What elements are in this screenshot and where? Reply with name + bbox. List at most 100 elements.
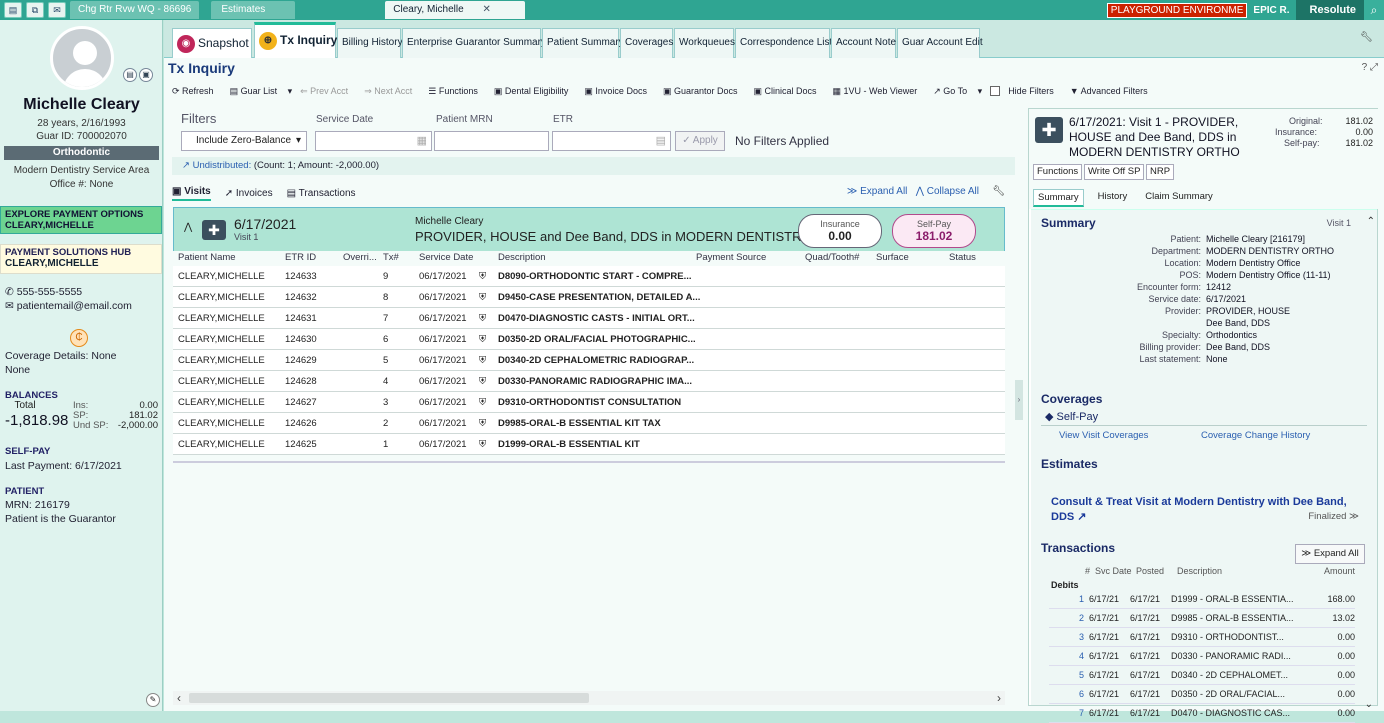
next-acct-button[interactable]: ⇒ Next Acct	[364, 86, 420, 97]
invoice-docs-button[interactable]: ▣ Invoice Docs	[584, 86, 655, 97]
col-service-date[interactable]: Service Date	[419, 252, 473, 263]
etr-input[interactable]: ▤	[552, 131, 671, 151]
refresh-button[interactable]: ⟳ Refresh	[172, 86, 222, 97]
col-tx[interactable]: Tx#	[383, 252, 399, 263]
collapse-icon[interactable]: ⋀	[184, 222, 192, 233]
scroll-right-icon[interactable]: ›	[997, 691, 1001, 705]
transaction-row[interactable]: 5 6/17/21 6/17/21 D0340 - 2D CEPHALOMET... 0…	[1049, 666, 1355, 685]
table-row[interactable]: CLEARY,MICHELLE 124629 5 06/17/2021 D0340-2D…	[173, 350, 1005, 371]
scroll-thumb[interactable]	[189, 693, 589, 703]
edit-icon[interactable]: ✎	[146, 693, 160, 707]
tab-billing-history[interactable]: Billing History	[337, 28, 403, 58]
web-viewer-button[interactable]: ▦ 1VU - Web Viewer	[833, 86, 926, 97]
tab-workqueues[interactable]: Workqueues	[674, 28, 735, 58]
tab-tx-inquiry[interactable]: ⊕ Tx Inquiry	[254, 22, 337, 58]
patient-mrn-input[interactable]	[434, 131, 549, 151]
balance-select[interactable]: Include Zero-Balance ▾	[181, 131, 307, 151]
scroll-down-icon[interactable]: ⌄	[1365, 699, 1373, 710]
tx-number[interactable]: 3	[1079, 628, 1084, 646]
tab-summary[interactable]: Summary	[1033, 189, 1084, 207]
tab-snapshot[interactable]: ◉ Snapshot	[172, 28, 252, 58]
undistributed-link[interactable]: ↗ Undistributed:	[182, 160, 251, 171]
functions-button[interactable]: Functions	[1033, 164, 1083, 180]
coverage-self-pay[interactable]: ◆ Self-Pay	[1045, 410, 1098, 423]
transaction-row[interactable]: 4 6/17/21 6/17/21 D0330 - PANORAMIC RADI...…	[1049, 647, 1355, 666]
tx-number[interactable]: 7	[1079, 704, 1084, 722]
prev-acct-button[interactable]: ⇐ Prev Acct	[300, 86, 356, 97]
functions-button[interactable]: ☰ Functions	[428, 86, 486, 97]
tx-number[interactable]: 1	[1079, 590, 1084, 608]
tab-correspondence-list[interactable]: Correspondence List	[735, 28, 832, 58]
col-etr-id[interactable]: ETR ID	[285, 252, 316, 263]
tx-number[interactable]: 6	[1079, 685, 1084, 703]
tab-transactions[interactable]: ▤ Transactions	[287, 188, 356, 199]
go-to-button[interactable]: ↗ Go To ▾	[933, 86, 982, 97]
service-date-input[interactable]: ▦	[315, 131, 432, 151]
horizontal-scrollbar[interactable]: ‹ ›	[173, 691, 1005, 705]
coins-icon[interactable]: ₵	[70, 329, 88, 347]
calendar-icon[interactable]: ▦	[417, 134, 427, 147]
guarantor-docs-button[interactable]: ▣ Guarantor Docs	[663, 86, 746, 97]
table-row[interactable]: CLEARY,MICHELLE 124625 1 06/17/2021 D1999-OR…	[173, 434, 1005, 455]
tab-coverages[interactable]: Coverages	[620, 28, 673, 58]
scroll-up-icon[interactable]: ⌃	[1367, 216, 1375, 227]
workspace-tab-chg-rtr[interactable]: Chg Rtr Rvw WQ - 86696	[70, 1, 200, 19]
table-row[interactable]: CLEARY,MICHELLE 124630 6 06/17/2021 D0350-2D…	[173, 329, 1005, 350]
expand-all-transactions-button[interactable]: ≫ Expand All	[1295, 544, 1365, 564]
transaction-row[interactable]: 7 6/17/21 6/17/21 D0470 - DIAGNOSTIC CAS...…	[1049, 704, 1355, 723]
insurance-pill[interactable]: Insurance 0.00	[798, 214, 882, 248]
col-status[interactable]: Status	[949, 252, 976, 263]
hide-filters-checkbox[interactable]: Hide Filters	[990, 86, 1062, 97]
tab-visits[interactable]: ▣ Visits	[172, 186, 211, 201]
table-row[interactable]: CLEARY,MICHELLE 124632 8 06/17/2021 D9450-CA…	[173, 287, 1005, 308]
tab-claim-summary[interactable]: Claim Summary	[1141, 189, 1217, 207]
tab-patient-summary[interactable]: Patient Summary	[542, 28, 624, 58]
tab-invoices[interactable]: ➚ Invoices	[225, 188, 273, 199]
nrp-button[interactable]: NRP	[1146, 164, 1175, 180]
panel-splitter[interactable]: ›	[1015, 380, 1023, 420]
wrench-icon[interactable]: 🔧︎	[992, 186, 1005, 197]
tx-number[interactable]: 4	[1079, 647, 1084, 665]
transaction-row[interactable]: 1 6/17/21 6/17/21 D1999 - ORAL-B ESSENTIA..…	[1049, 590, 1355, 609]
apply-button[interactable]: ✓ Apply	[675, 131, 725, 151]
col-override[interactable]: Overri...	[343, 252, 377, 263]
advanced-filters-button[interactable]: ▼ Advanced Filters	[1070, 86, 1156, 96]
card-icon[interactable]: ▤	[123, 68, 137, 82]
col-quad-tooth[interactable]: Quad/Tooth#	[805, 252, 859, 263]
list-icon[interactable]: ▤	[656, 134, 666, 147]
workspace-tab-patient[interactable]: Cleary, Michelle ✕	[385, 1, 526, 19]
guar-list-button[interactable]: ▤ Guar List ▾	[230, 86, 293, 97]
transaction-row[interactable]: 3 6/17/21 6/17/21 D9310 - ORTHODONTIST... 0.…	[1049, 628, 1355, 647]
wrench-icon[interactable]: 🔧︎	[1360, 32, 1376, 46]
window-icon[interactable]: ⧉	[26, 2, 44, 18]
clinical-docs-button[interactable]: ▣ Clinical Docs	[754, 86, 825, 97]
dental-eligibility-button[interactable]: ▣ Dental Eligibility	[494, 86, 577, 97]
tab-account-note[interactable]: Account Note	[831, 28, 896, 58]
expand-all-button[interactable]: ≫ Expand All	[847, 186, 908, 197]
help-icon[interactable]: ? ⤢	[1362, 62, 1378, 73]
coverage-change-history-link[interactable]: Coverage Change History	[1201, 430, 1310, 441]
transaction-row[interactable]: 6 6/17/21 6/17/21 D0350 - 2D ORAL/FACIAL...…	[1049, 685, 1355, 704]
workspace-tab-estimates[interactable]: Estimates	[211, 1, 296, 19]
transaction-row[interactable]: 2 6/17/21 6/17/21 D9985 - ORAL-B ESSENTIA..…	[1049, 609, 1355, 628]
table-row[interactable]: CLEARY,MICHELLE 124626 2 06/17/2021 D9985-OR…	[173, 413, 1005, 434]
col-surface[interactable]: Surface	[876, 252, 909, 263]
explore-payment-options[interactable]: EXPLORE PAYMENT OPTIONS CLEARY,MICHELLE	[0, 206, 162, 234]
tab-guar-account-edit[interactable]: Guar Account Edit	[897, 28, 983, 58]
search-icon[interactable]: ⌕	[1364, 0, 1384, 20]
col-payment-source[interactable]: Payment Source	[696, 252, 766, 263]
scroll-left-icon[interactable]: ‹	[177, 691, 181, 705]
table-row[interactable]: CLEARY,MICHELLE 124628 4 06/17/2021 D0330-PA…	[173, 371, 1005, 392]
col-patient-name[interactable]: Patient Name	[178, 252, 236, 263]
self-pay-pill[interactable]: Self-Pay 181.02	[892, 214, 976, 248]
view-visit-coverages-link[interactable]: View Visit Coverages	[1059, 430, 1148, 441]
queue-icon[interactable]: ✉	[48, 2, 66, 18]
tab-enterprise-guarantor-summary[interactable]: Enterprise Guarantor Summary	[402, 28, 546, 58]
epic-menu-icon[interactable]: ▤	[4, 2, 22, 18]
photo-icon[interactable]: ▣	[139, 68, 153, 82]
tx-number[interactable]: 5	[1079, 666, 1084, 684]
user-name[interactable]: EPIC R.	[1253, 5, 1289, 16]
table-row[interactable]: CLEARY,MICHELLE 124627 3 06/17/2021 D9310-OR…	[173, 392, 1005, 413]
write-off-sp-button[interactable]: Write Off SP	[1084, 164, 1145, 180]
collapse-all-button[interactable]: ⋀ Collapse All	[916, 186, 979, 197]
